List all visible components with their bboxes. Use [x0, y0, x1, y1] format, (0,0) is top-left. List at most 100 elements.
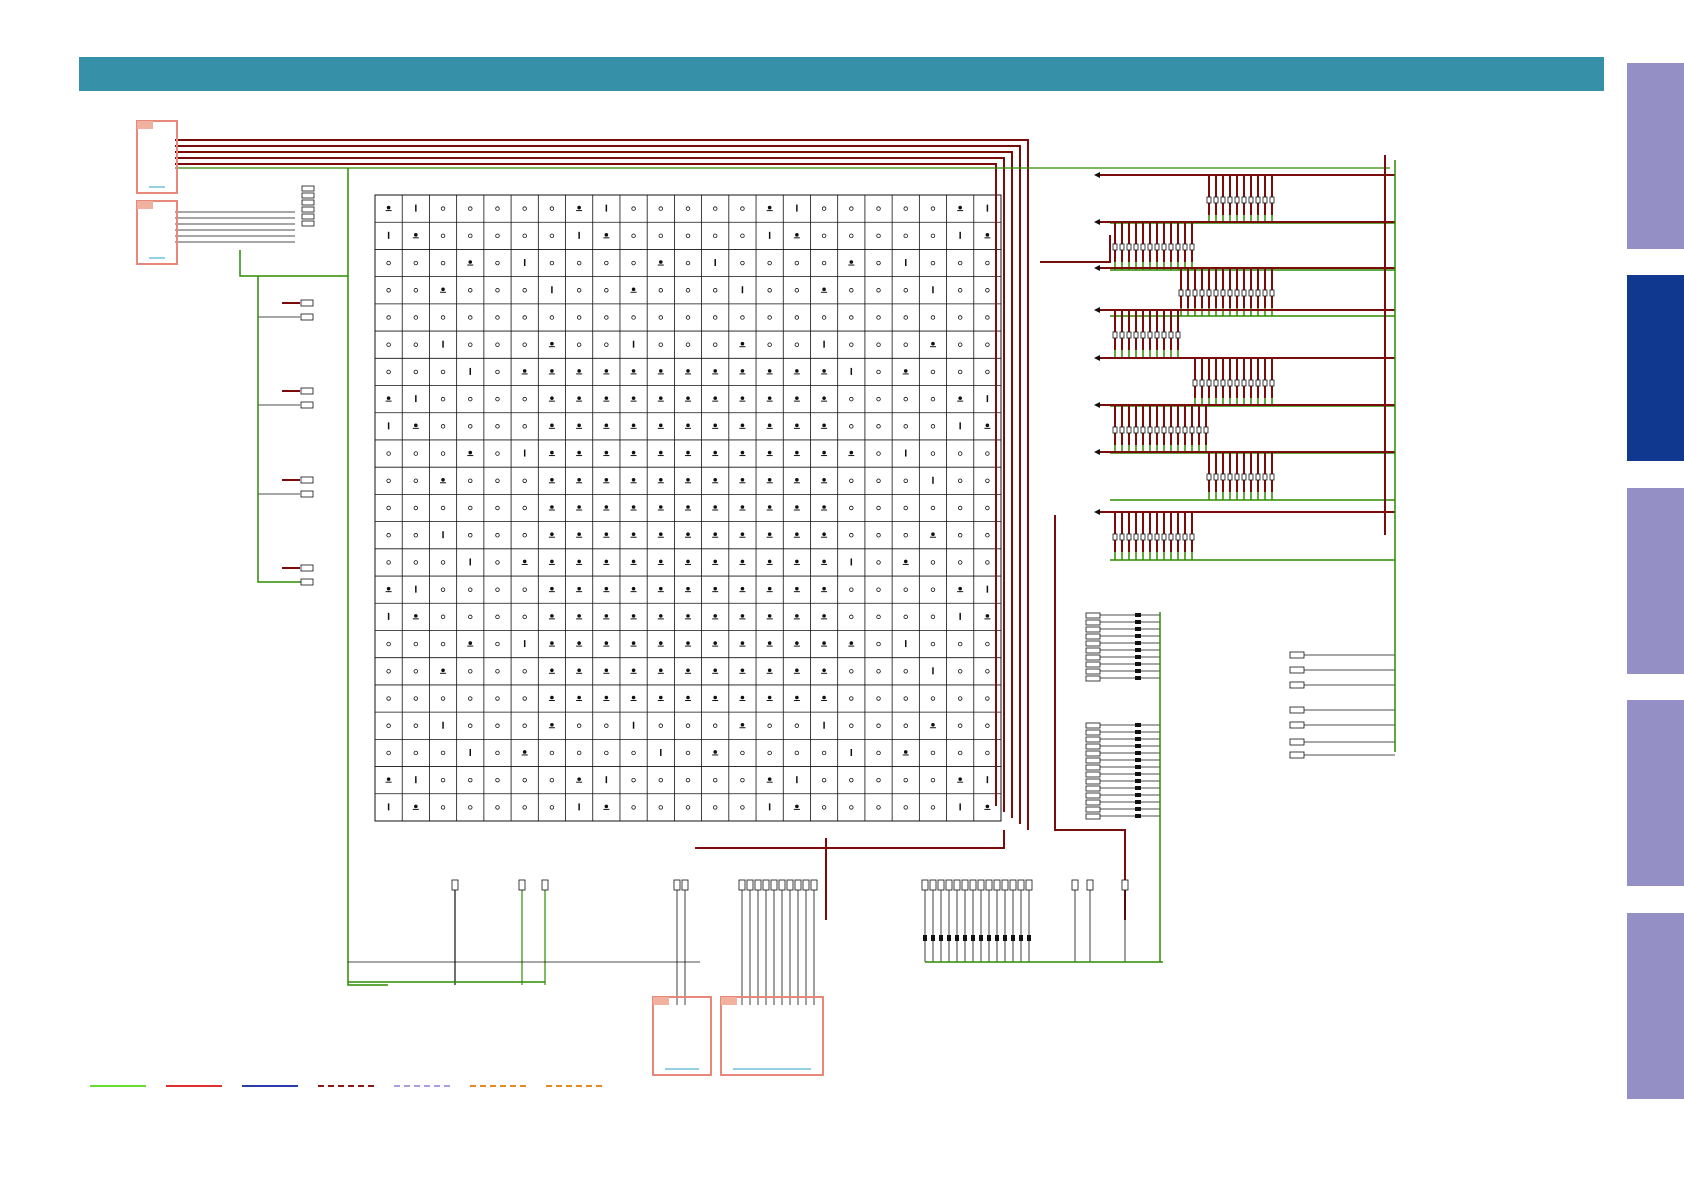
bga-pad-ground — [686, 695, 690, 700]
net-label — [1289, 681, 1305, 689]
net-label — [1071, 879, 1079, 891]
bga-pad-ground — [468, 641, 473, 645]
net-label — [1085, 778, 1101, 785]
bga-pad-ground — [468, 260, 473, 264]
bga-pad-ground — [795, 369, 799, 373]
capacitor — [1168, 426, 1174, 434]
bga-pad-ground — [522, 369, 527, 373]
net-label — [301, 192, 315, 199]
capacitor — [1133, 533, 1139, 541]
bga-pad-ground — [767, 668, 772, 673]
bga-pad-ground — [795, 804, 799, 809]
capacitor — [1133, 243, 1139, 251]
net-label — [770, 879, 778, 891]
capacitor — [1241, 289, 1247, 297]
capacitor — [1140, 533, 1146, 541]
legend-line — [546, 1085, 602, 1087]
bga-pad-ground — [550, 450, 554, 455]
capacitor — [1234, 473, 1240, 481]
connector-tab — [721, 997, 737, 1005]
bga-pad-ground — [985, 804, 990, 809]
bga-pad-ground — [686, 614, 690, 618]
bga-pad-ground — [631, 695, 636, 700]
capacitor — [1199, 289, 1205, 297]
capacitor — [1213, 379, 1219, 387]
bga-pad-ground — [740, 668, 745, 673]
net-label — [993, 879, 1001, 891]
net-label — [802, 879, 810, 891]
bga-pad-ground — [658, 450, 663, 455]
bga-pad-ground — [767, 423, 772, 428]
bga-pad-ground — [631, 450, 636, 455]
bga-pad-ground — [658, 641, 663, 645]
capacitor — [1220, 379, 1226, 387]
net-label — [1289, 651, 1305, 659]
net-label — [1085, 633, 1101, 640]
net-label — [1009, 879, 1017, 891]
net-label — [1085, 750, 1101, 757]
bga-pad-ground — [740, 532, 745, 537]
bga-pad-ground — [849, 641, 854, 645]
net-label — [301, 199, 315, 206]
bga-pad-ground — [822, 532, 826, 537]
connector-tab — [137, 201, 153, 209]
bga-pad-ground — [958, 205, 962, 210]
bga-pad-ground — [767, 396, 772, 400]
net-label — [301, 206, 315, 213]
resistor — [939, 935, 943, 941]
bga-pad-ground — [795, 233, 799, 237]
bga-pad-ground — [577, 777, 581, 781]
capacitor — [1119, 533, 1125, 541]
capacitor — [1168, 331, 1174, 339]
bga-pad-ground — [604, 423, 609, 428]
net-label — [1025, 879, 1033, 891]
bga-pad-ground — [631, 586, 636, 591]
capacitor — [1182, 533, 1188, 541]
arrow — [1094, 307, 1100, 313]
bga-pad-ground — [550, 396, 554, 400]
capacitor — [1196, 426, 1202, 434]
capacitor — [1269, 289, 1275, 297]
bga-pad-ground — [795, 695, 799, 700]
bga-pad-ground — [604, 233, 609, 237]
capacitor — [1206, 379, 1212, 387]
arrow — [1094, 219, 1100, 225]
side-tab-5[interactable] — [1627, 913, 1684, 1099]
resistor — [1135, 793, 1141, 797]
capacitor — [1269, 379, 1275, 387]
bga-pad-ground — [795, 505, 799, 509]
side-tab-3[interactable] — [1627, 488, 1684, 674]
bga-pad-ground — [631, 532, 636, 537]
capacitor — [1112, 331, 1118, 339]
net-label — [1085, 813, 1101, 820]
bga-pad-ground — [686, 532, 690, 537]
capacitor — [1140, 426, 1146, 434]
bga-pad-ground — [795, 532, 799, 537]
bga-pad-ground — [604, 641, 609, 645]
wire — [257, 276, 310, 583]
net-label — [1085, 640, 1101, 647]
side-tab-2[interactable] — [1627, 275, 1684, 461]
net-label — [945, 879, 953, 891]
arrow — [1094, 172, 1100, 178]
bga-pad-ground — [822, 641, 826, 645]
bga-pad-ground — [740, 450, 745, 455]
bga-pad-ground — [795, 668, 799, 673]
bga-pad-ground — [604, 477, 609, 482]
net-label — [301, 220, 315, 227]
bga-pad-ground — [386, 205, 391, 210]
resistor — [971, 935, 975, 941]
bga-pad-ground — [740, 396, 745, 400]
bga-pad-ground — [686, 668, 690, 673]
side-tab-1[interactable] — [1627, 63, 1684, 249]
bga-pad-ground — [658, 695, 663, 700]
capacitor — [1140, 331, 1146, 339]
resistor — [1135, 758, 1141, 762]
net-label — [969, 879, 977, 891]
net-label — [1085, 729, 1101, 736]
side-tab-4[interactable] — [1627, 700, 1684, 886]
bga-pad-ground — [822, 559, 826, 564]
capacitor — [1234, 196, 1240, 204]
bga-pad-ground — [604, 450, 609, 455]
capacitor — [1255, 289, 1261, 297]
